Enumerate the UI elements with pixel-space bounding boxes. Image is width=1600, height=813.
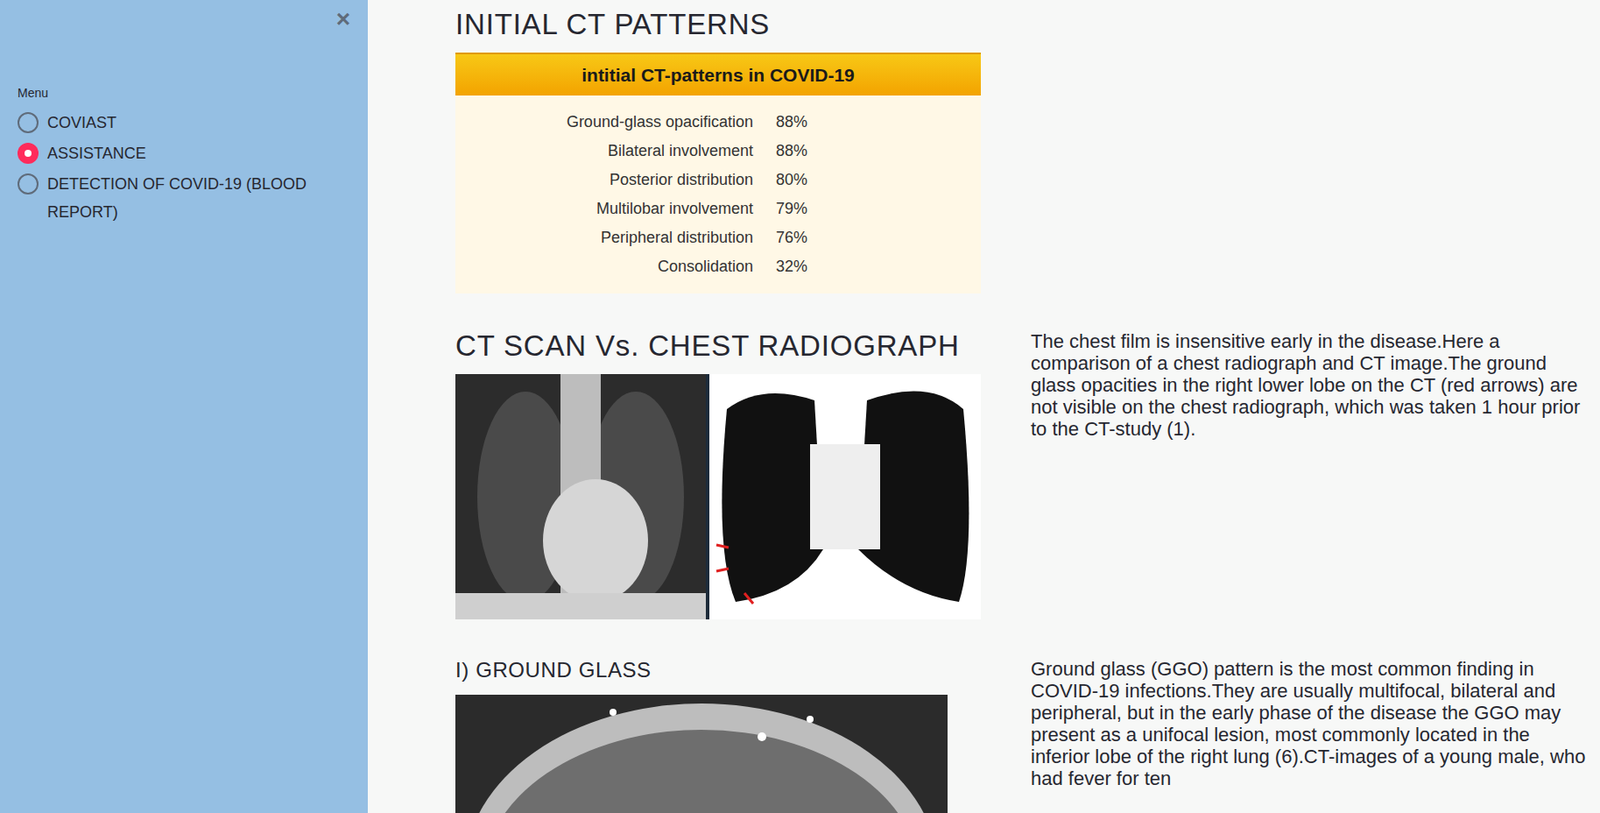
patterns-section: INITIAL CT PATTERNS intitial CT-patterns … (455, 7, 981, 294)
sidebar-item[interactable]: DETECTION OF COVID-19 (BLOOD REPORT) (17, 172, 351, 226)
table-title: intitial CT-patterns in COVID-19 (455, 52, 981, 96)
sidebar-item-label: ASSISTANCE (47, 139, 311, 168)
radio-button[interactable] (17, 142, 39, 164)
radio-button[interactable] (17, 112, 39, 134)
table-row: Bilateral involvement88% (455, 136, 981, 166)
image-divider (705, 373, 710, 620)
menu-label: Menu (17, 84, 351, 103)
row-label: Posterior distribution (455, 168, 754, 192)
row-label: Consolidation (455, 254, 754, 279)
section-heading: I) GROUND GLASS (455, 657, 981, 683)
table-row: Ground-glass opacification88% (455, 107, 981, 137)
ground-glass-image (455, 694, 948, 813)
row-value: 88% (753, 110, 808, 134)
table-body: Ground-glass opacification88%Bilateral i… (455, 95, 981, 282)
sidebar-item[interactable]: COVIAST (17, 111, 351, 137)
comparison-images (455, 373, 981, 620)
patterns-table: intitial CT-patterns in COVID-19Ground-g… (455, 52, 981, 294)
ground-glass-left: I) GROUND GLASS (455, 657, 981, 813)
sidebar: × Menu COVIASTASSISTANCEDETECTION OF COVID… (0, 0, 368, 813)
table-row: Multilobar involvement79% (455, 194, 981, 224)
row-label: Multilobar involvement (455, 197, 754, 221)
table-row: Posterior distribution80% (455, 165, 981, 195)
row-label: Ground-glass opacification (455, 110, 754, 134)
section-heading: INITIAL CT PATTERNS (455, 7, 981, 43)
radio-button[interactable] (17, 173, 39, 195)
row-value: 88% (753, 139, 808, 163)
radio-dot (24, 149, 32, 157)
table-row: Peripheral distribution76% (455, 223, 981, 253)
table-row: Consolidation32% (455, 252, 981, 282)
row-value: 76% (753, 225, 808, 250)
comparison-text: The chest film is insensitive early in t… (1030, 328, 1593, 620)
row-label: Peripheral distribution (455, 225, 754, 250)
sidebar-item-label: DETECTION OF COVID-19 (BLOOD REPORT) (47, 169, 311, 226)
ct-image (709, 373, 981, 620)
ground-glass-section: I) GROUND GLASS Ground glass (GGO) patter… (455, 657, 1593, 813)
row-value: 80% (753, 168, 808, 192)
close-button[interactable]: × (336, 7, 351, 32)
comparison-left: CT SCAN Vs. CHEST RADIOGRAPH (455, 328, 981, 620)
ground-glass-text: Ground glass (GGO) pattern is the most c… (1030, 657, 1593, 813)
xray-image (455, 373, 706, 620)
section-heading: CT SCAN Vs. CHEST RADIOGRAPH (455, 328, 981, 364)
menu-list: COVIASTASSISTANCEDETECTION OF COVID-19 (… (17, 111, 351, 226)
row-value: 79% (753, 197, 808, 221)
comparison-section: CT SCAN Vs. CHEST RADIOGRAPH The chest fi… (455, 328, 1593, 620)
row-label: Bilateral involvement (455, 139, 754, 163)
main-content: INITIAL CT PATTERNS intitial CT-patterns … (367, 0, 1600, 813)
row-value: 32% (753, 254, 808, 279)
sidebar-item-label: COVIAST (47, 108, 311, 137)
sidebar-item[interactable]: ASSISTANCE (17, 141, 351, 168)
